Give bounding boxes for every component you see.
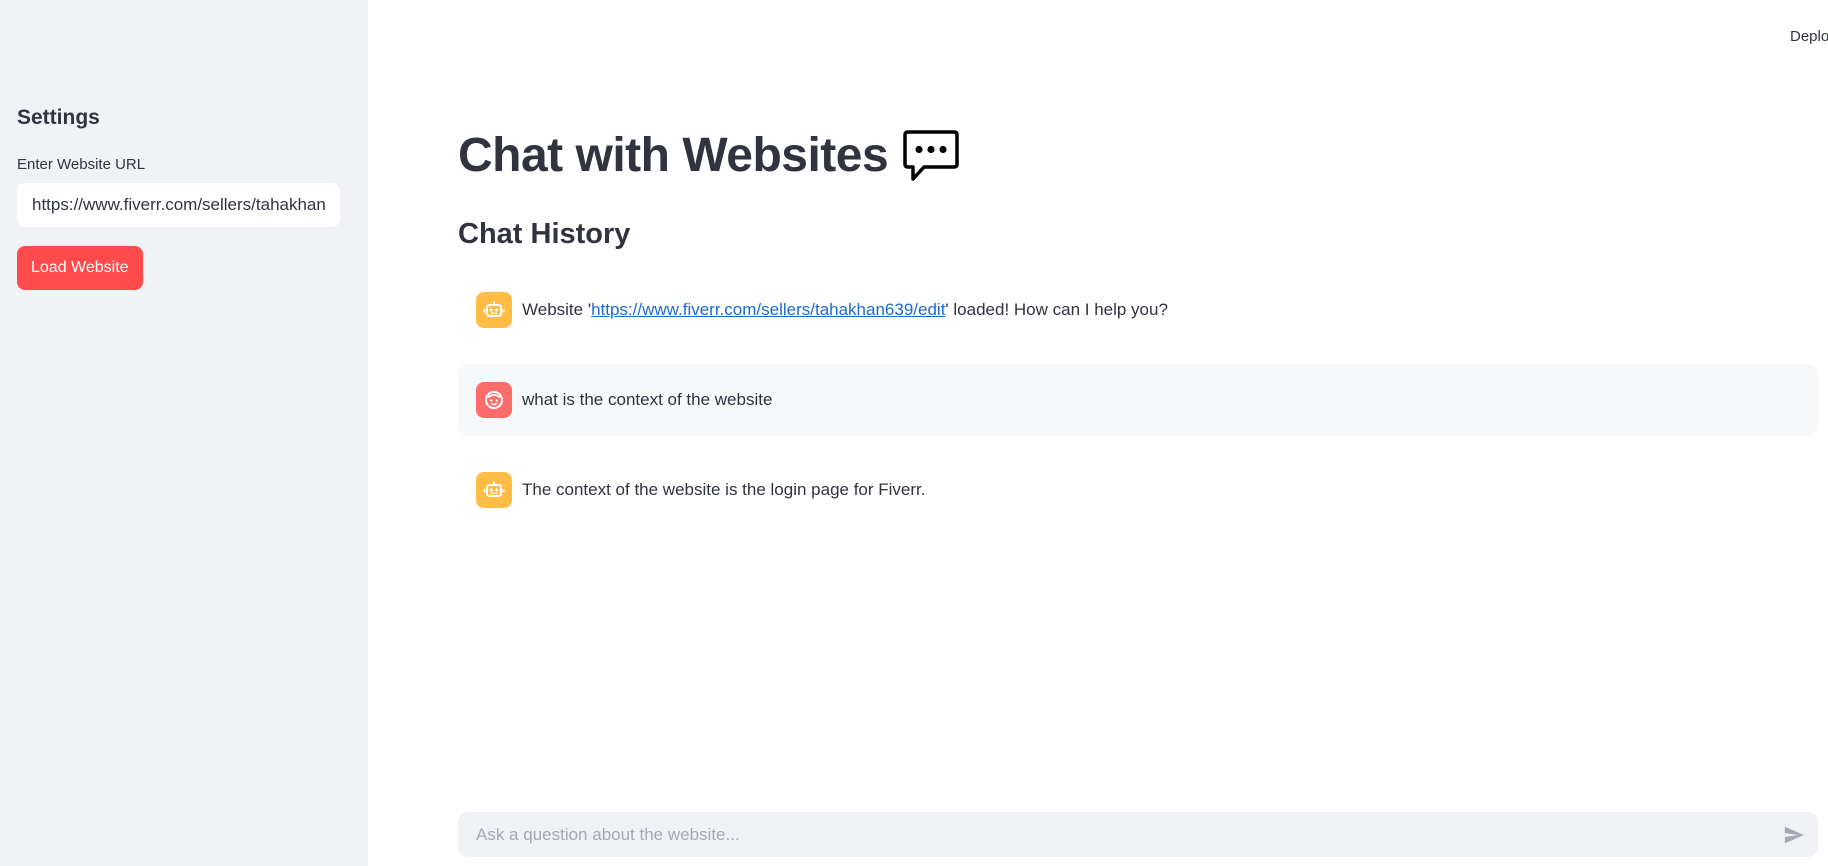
chat-input[interactable] — [458, 812, 1782, 857]
page-title: Chat with Websites — [458, 129, 889, 182]
website-url-input[interactable] — [17, 183, 340, 227]
sidebar: Settings Enter Website URL Load Website — [0, 0, 368, 866]
message-prefix: Website ' — [522, 300, 592, 319]
chat-history-heading: Chat History — [458, 218, 631, 250]
deploy-button[interactable]: Deploy — [1790, 28, 1828, 45]
speech-bubble-icon — [902, 129, 960, 183]
sidebar-title: Settings — [17, 106, 100, 129]
chat-message-user: what is the context of the website — [458, 364, 1818, 436]
loaded-website-link[interactable]: https://www.fiverr.com/sellers/tahakhan6… — [591, 300, 945, 319]
chat-input-container — [458, 812, 1818, 857]
message-suffix: ' loaded! How can I help you? — [945, 300, 1168, 319]
chat-message-assistant: The context of the website is the login … — [458, 454, 1818, 526]
chat-message-assistant: Website 'https://www.fiverr.com/sellers/… — [458, 274, 1818, 346]
send-icon[interactable] — [1782, 823, 1806, 847]
robot-icon — [476, 472, 512, 508]
load-website-button[interactable]: Load Website — [17, 246, 143, 290]
page-title-row: Chat with Websites — [458, 128, 960, 183]
message-text: Website 'https://www.fiverr.com/sellers/… — [522, 300, 1168, 320]
robot-icon — [476, 292, 512, 328]
app-root: Settings Enter Website URL Load Website … — [0, 0, 1828, 866]
message-text: The context of the website is the login … — [522, 480, 926, 499]
url-field-label: Enter Website URL — [17, 156, 146, 173]
user-face-icon — [476, 382, 512, 418]
message-text: what is the context of the website — [522, 390, 773, 409]
